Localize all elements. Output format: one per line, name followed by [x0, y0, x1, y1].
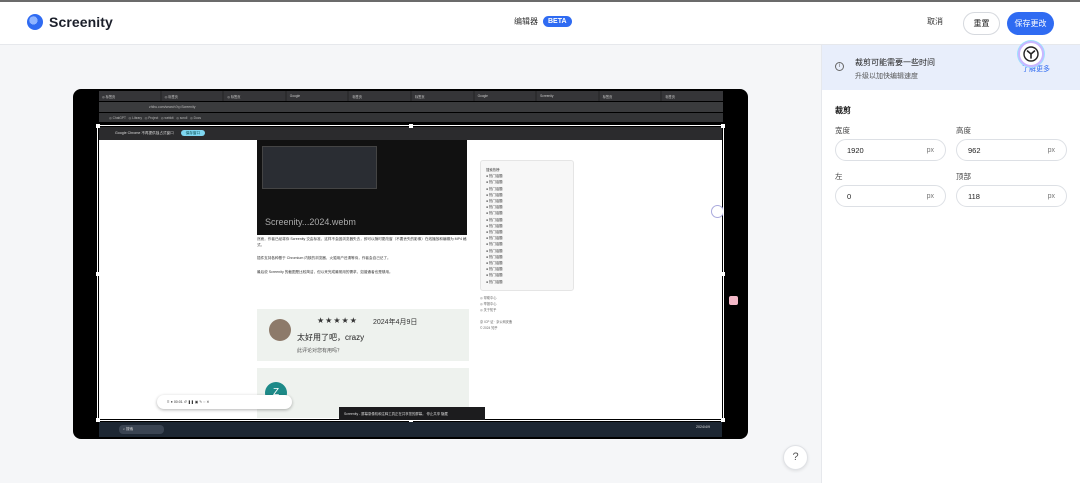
top-unit: px	[1047, 192, 1055, 200]
browser-tab: 标签页	[349, 91, 410, 101]
browser-tab: 标签页	[662, 91, 723, 101]
width-label: 宽度	[835, 126, 850, 135]
taskbar-search: ⌕ 搜索	[119, 425, 164, 434]
browser-address-bar: zhihu.com/search?q=Screenity	[99, 102, 723, 112]
banner-title: 裁剪可能需要一些时间	[855, 58, 935, 67]
width-value: 1920	[847, 145, 864, 155]
screenity-logo-icon	[27, 14, 43, 30]
taskbar-search-label: 搜索	[126, 427, 134, 431]
top-input[interactable]: 118 px	[956, 185, 1067, 207]
brand-logo[interactable]: Screenity	[27, 14, 113, 30]
browser-tab: 标签页	[411, 91, 473, 101]
width-unit: px	[926, 146, 934, 154]
crop-handle[interactable]	[96, 124, 100, 128]
scroll-marker	[729, 296, 738, 305]
crop-handle[interactable]	[409, 124, 413, 128]
screenity-extension-button[interactable]	[1018, 41, 1044, 67]
crop-section-title: 裁剪	[835, 106, 851, 115]
banner-subtitle: 升级以加快编辑速度	[855, 73, 918, 80]
help-button[interactable]: ?	[783, 445, 808, 470]
browser-tab: Google	[286, 91, 348, 101]
left-value: 0	[847, 191, 852, 201]
width-input[interactable]: 1920 px	[835, 139, 946, 161]
left-label: 左	[835, 172, 843, 181]
windows-taskbar: ⌕ 搜索 2024/4/9	[99, 422, 722, 437]
editor-title-text: 编辑器	[514, 17, 538, 26]
hide-label: 隐藏	[441, 412, 448, 416]
settings-sidebar: i 裁剪可能需要一些时间 升级以加快编辑速度 了解更多 裁剪 宽度 1920 p…	[821, 45, 1080, 483]
editor-title: 编辑器 BETA	[514, 16, 572, 27]
crop-handle[interactable]	[96, 272, 100, 276]
browser-tab: Screenity	[537, 91, 598, 101]
stop-sharing-label: 停止共享	[426, 412, 441, 416]
browser-tab: ◎ 标签页	[224, 91, 285, 101]
height-label: 高度	[956, 126, 971, 135]
sharing-popup-text: Screenity - 屏幕录像机和注释工具正在共享您的屏幕。	[344, 412, 426, 416]
browser-tab: ◎ 标签页	[99, 91, 160, 101]
height-input[interactable]: 962 px	[956, 139, 1067, 161]
browser-tab: Google	[474, 91, 536, 101]
left-unit: px	[926, 192, 934, 200]
crop-frame[interactable]	[96, 124, 725, 422]
reset-button[interactable]: 重置	[963, 12, 1000, 35]
info-icon: i	[835, 62, 844, 71]
sharing-popup: Screenity - 屏幕录像机和注释工具正在共享您的屏幕。 停止共享 隐藏	[339, 407, 485, 420]
top-label: 顶部	[956, 172, 971, 181]
cancel-button[interactable]: 取消	[927, 16, 943, 27]
beta-badge: BETA	[543, 16, 572, 27]
save-changes-button[interactable]: 保存更改	[1007, 12, 1054, 35]
browser-bookmarks-bar: ◎ ChatGPT ◎ Library ◎ Project ◎ webkit ◎…	[99, 113, 723, 122]
crop-handle[interactable]	[721, 124, 725, 128]
brand-name: Screenity	[49, 14, 113, 30]
taskbar-clock: 2024/4/9	[696, 425, 710, 429]
browser-tab-strip: ◎ 标签页 ◎ 标签页 ◎ 标签页 Google 标签页 标签页 Google …	[99, 91, 723, 101]
height-value: 962	[968, 145, 981, 155]
top-bar: Screenity 编辑器 BETA 取消 重置 保存更改	[0, 0, 1080, 45]
height-unit: px	[1047, 146, 1055, 154]
screenity-y-icon	[1023, 46, 1039, 62]
video-preview[interactable]: ◎ 标签页 ◎ 标签页 ◎ 标签页 Google 标签页 标签页 Google …	[73, 89, 748, 439]
top-value: 118	[968, 191, 980, 201]
crop-handle[interactable]	[721, 272, 725, 276]
browser-tab: ◎ 标签页	[161, 91, 223, 101]
browser-tab: 标签页	[599, 91, 661, 101]
left-input[interactable]: 0 px	[835, 185, 946, 207]
